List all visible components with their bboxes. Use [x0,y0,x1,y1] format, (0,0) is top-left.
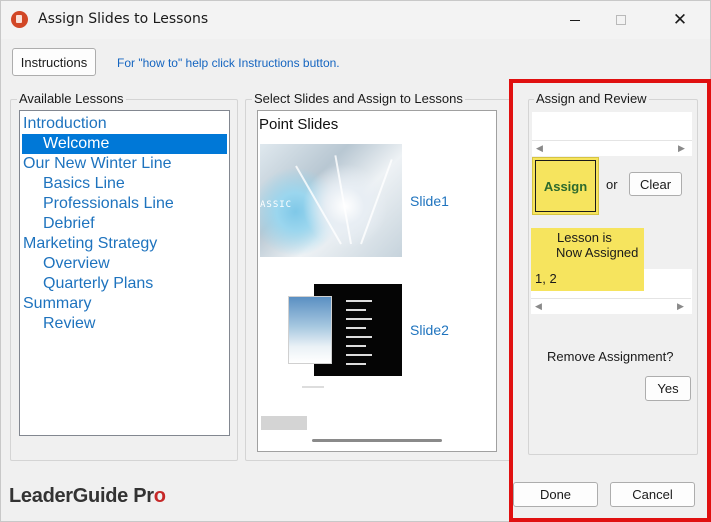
minimize-icon [570,19,580,21]
powerpoint-icon [11,11,28,28]
logo-main-text: LeaderGuide Pr [9,485,154,507]
clear-button[interactable]: Clear [629,172,682,196]
title-bar: Assign Slides to Lessons ✕ [1,1,710,39]
lessons-group-label: Available Lessons [17,91,126,106]
cancel-button[interactable]: Cancel [610,482,695,507]
maximize-button [598,1,644,39]
assigned-status-line2: Now Assigned [556,245,639,260]
lesson-item-basics-line[interactable]: Basics Line [43,174,125,194]
slides-panel[interactable]: Point Slides ASSIC Slide1 Slide2 [257,110,497,452]
instructions-button[interactable]: Instructions [12,48,96,76]
close-icon: ✕ [672,10,688,30]
lesson-item-professionals-line[interactable]: Professionals Line [43,194,174,214]
yes-button[interactable]: Yes [645,376,691,401]
slide2-text-lines [346,300,372,372]
remove-assignment-label: Remove Assignment? [547,349,674,364]
lesson-item-quarterly-plans[interactable]: Quarterly Plans [43,274,153,294]
slide2-thumbnail[interactable] [286,284,402,376]
scroll-right-icon[interactable]: ▶ [677,302,684,312]
lesson-item-introduction[interactable]: Introduction [23,114,107,134]
assigned-status-note: Lesson is Now Assigned [531,228,644,270]
thumbnail-decoration [360,159,393,245]
lesson-item-overview[interactable]: Overview [43,254,110,274]
assign-input-scrollbar[interactable]: ◀ ▶ [532,140,692,156]
slides-group-label: Select Slides and Assign to Lessons [252,91,465,106]
lesson-item-summary[interactable]: Summary [23,294,91,314]
slide1-thumbnail[interactable]: ASSIC [260,144,402,257]
help-text: For "how to" help click Instructions but… [117,56,340,70]
thumbnail-decoration [295,165,342,245]
logo-accent-text: o [153,485,166,507]
assigned-values-box[interactable]: 1, 2 ◀ ▶ [531,269,692,314]
thumbnail-decoration [334,155,352,245]
maximize-icon [616,15,626,25]
lesson-item-our-new-winter-line[interactable]: Our New Winter Line [23,154,172,174]
minimize-button[interactable] [552,1,598,39]
assign-button-label: Assign [535,160,596,212]
slide3-thumbnail-partial[interactable] [261,416,307,430]
assigned-status-line1: Lesson is [557,230,612,245]
lesson-item-review[interactable]: Review [43,314,95,334]
done-button[interactable]: Done [513,482,598,507]
close-button[interactable]: ✕ [657,1,703,39]
slides-panel-title: Point Slides [259,116,339,133]
leaderguide-logo: LeaderGuide Pro [9,485,166,508]
or-text: or [606,177,618,192]
assign-input-box[interactable]: ◀ ▶ [532,112,692,156]
assign-button[interactable]: Assign [532,157,599,215]
horizontal-scrollbar[interactable] [312,439,442,442]
slide2-image [288,296,332,364]
slide2-caption[interactable]: Slide2 [410,322,449,338]
review-group-label: Assign and Review [534,91,649,106]
lesson-item-welcome[interactable]: Welcome [22,134,227,154]
lesson-item-marketing-strategy[interactable]: Marketing Strategy [23,234,157,254]
window-title: Assign Slides to Lessons [38,11,209,27]
assign-slides-dialog: Assign Slides to Lessons ✕ Instructions … [0,0,711,522]
lesson-item-debrief[interactable]: Debrief [43,214,95,234]
slide1-thumbnail-text: ASSIC [260,200,293,210]
assigned-values-scrollbar[interactable]: ◀ ▶ [531,298,691,314]
scroll-left-icon[interactable]: ◀ [536,144,543,154]
assigned-values: 1, 2 [531,269,644,291]
slide1-caption[interactable]: Slide1 [410,193,449,209]
slide2-footer-line [302,386,324,388]
lesson-list[interactable]: Introduction Welcome Our New Winter Line… [19,110,230,436]
scroll-right-icon[interactable]: ▶ [678,144,685,154]
scroll-left-icon[interactable]: ◀ [535,302,542,312]
